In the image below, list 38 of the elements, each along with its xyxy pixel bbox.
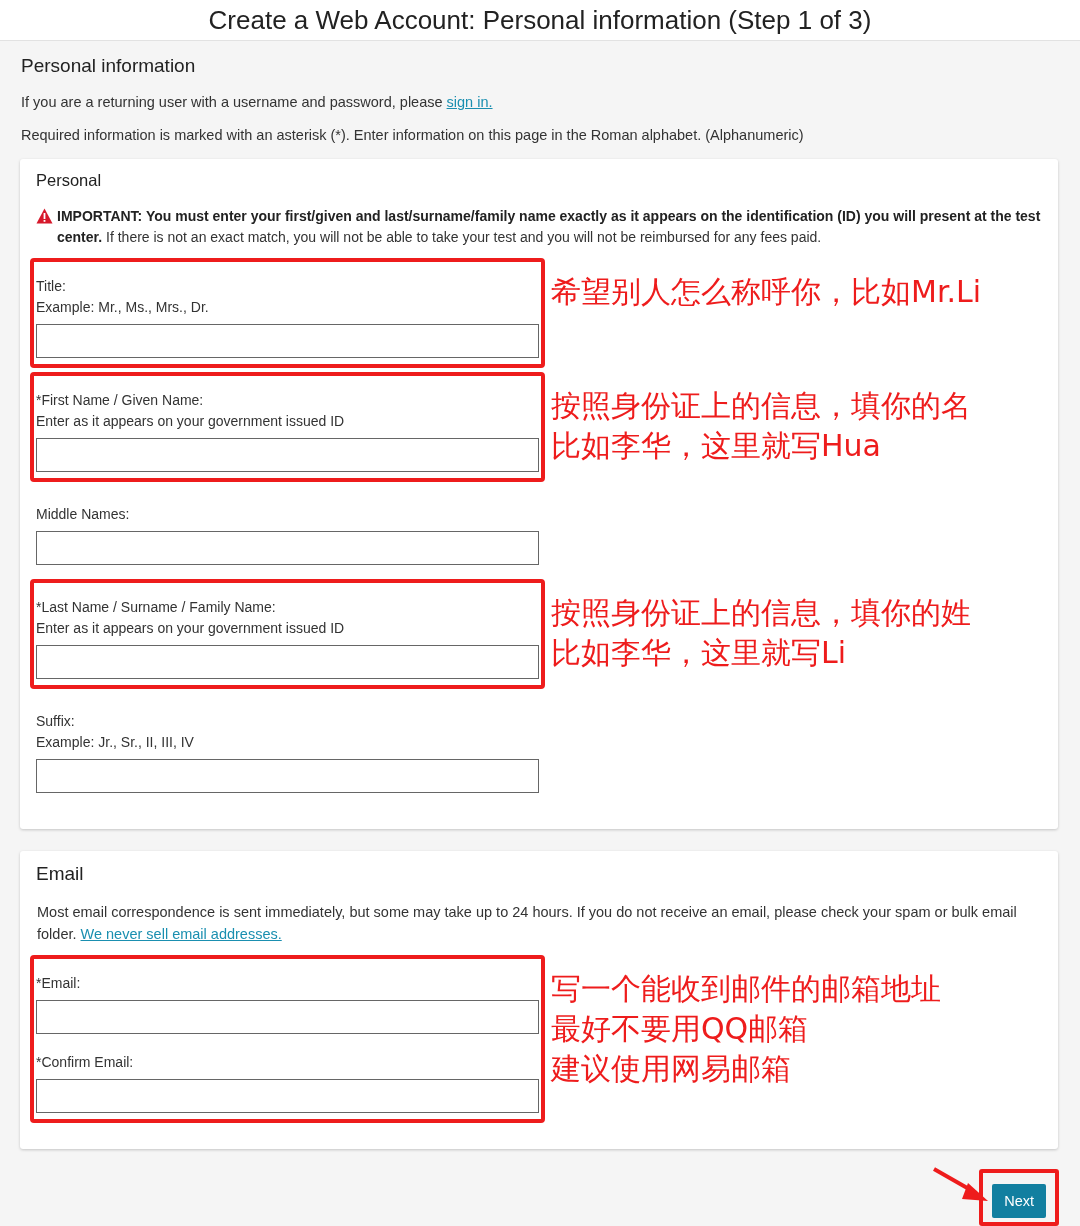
annotation-text: 比如李华，这里就写Hua bbox=[551, 427, 882, 465]
email-notice: Most email correspondence is sent immediately, but some may take up to 24 hours. If you do not receive an email, please check your spam or bulk email folder. We never sell email addresses. bbox=[37, 903, 1018, 944]
annotation-text: 建议使用网易邮箱 bbox=[551, 1050, 792, 1088]
sign-in-link[interactable]: sign in. bbox=[446, 94, 493, 110]
input-field[interactable] bbox=[36, 1079, 539, 1113]
input-field[interactable] bbox=[36, 531, 539, 565]
field-hint: Enter as it appears on your government issued ID bbox=[36, 619, 346, 638]
field-label: *Last Name / Surname / Family Name: bbox=[36, 598, 277, 617]
annotation-text: 按照身份证上的信息，填你的名 bbox=[551, 387, 971, 425]
important-notice: IMPORTANT: You must enter your first/given and last/surname/family name exactly as it appears on the identification (ID) you will present at the test center. If there is not an exact match, you will not be able to take your test and you will not be reimbursed for any fees paid. bbox=[57, 207, 1042, 247]
input-field[interactable] bbox=[36, 438, 539, 472]
input-field[interactable] bbox=[36, 324, 539, 358]
input-field[interactable] bbox=[36, 645, 539, 679]
input-field[interactable] bbox=[36, 759, 539, 793]
annotation-text: 写一个能收到邮件的邮箱地址 bbox=[551, 970, 941, 1008]
field-label: *Email: bbox=[36, 974, 82, 993]
field-hint: Enter as it appears on your government issued ID bbox=[36, 412, 346, 431]
field-label: *First Name / Given Name: bbox=[36, 391, 205, 410]
field-hint: Example: Jr., Sr., II, III, IV bbox=[36, 733, 195, 752]
card-title: Email bbox=[36, 863, 85, 885]
returning-user-text: If you are a returning user with a username and password, please sign in. bbox=[21, 93, 494, 112]
required-note: Required information is marked with an asterisk (*). Enter information on this page in the Roman alphabet. (Alphanumeric) bbox=[21, 126, 805, 145]
input-field[interactable] bbox=[36, 1000, 539, 1034]
section-heading: Personal information bbox=[21, 55, 197, 77]
field-label: Middle Names: bbox=[36, 505, 131, 524]
next-button[interactable]: Next bbox=[992, 1184, 1046, 1218]
warning-icon bbox=[36, 208, 53, 224]
annotation-text: 按照身份证上的信息，填你的姓 bbox=[551, 594, 971, 632]
card-title: Personal bbox=[36, 171, 103, 190]
annotation-text: 最好不要用QQ邮箱 bbox=[551, 1010, 810, 1048]
annotation-text: 希望别人怎么称呼你，比如Mr.Li bbox=[551, 273, 982, 311]
field-label: *Confirm Email: bbox=[36, 1053, 135, 1072]
privacy-link[interactable]: We never sell email addresses. bbox=[80, 926, 282, 942]
field-label: Suffix: bbox=[36, 712, 76, 731]
page-title: Create a Web Account: Personal information (Step 1 of 3) bbox=[208, 4, 872, 36]
annotation-text: 比如李华，这里就写Li bbox=[551, 634, 848, 672]
field-label: Title: bbox=[36, 277, 67, 296]
field-hint: Example: Mr., Ms., Mrs., Dr. bbox=[36, 298, 210, 317]
